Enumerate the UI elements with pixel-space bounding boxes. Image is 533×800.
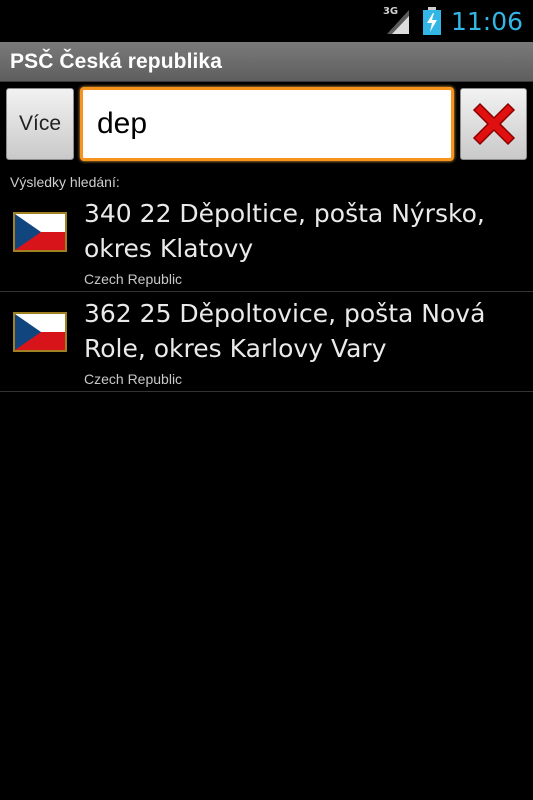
search-input[interactable]	[80, 87, 454, 161]
result-item[interactable]: 340 22 Děpoltice, pošta Nýrsko, okres Kl…	[0, 192, 533, 292]
result-list: 340 22 Děpoltice, pošta Nýrsko, okres Kl…	[0, 192, 533, 392]
result-name: 340 22 Děpoltice, pošta Nýrsko, okres Kl…	[84, 199, 485, 263]
red-x-icon	[472, 102, 515, 146]
more-button[interactable]: Více	[6, 88, 74, 160]
result-country: Czech Republic	[84, 271, 183, 287]
result-item[interactable]: 362 25 Děpoltovice, pošta Nová Role, okr…	[0, 292, 533, 392]
search-row: Více	[0, 84, 533, 164]
clock: 11:06	[450, 6, 523, 36]
app-title-bar: PSČ Česká republika	[0, 42, 533, 82]
status-bar: 3G 11:06	[0, 0, 533, 42]
results-label: Výsledky hledání:	[10, 174, 120, 190]
app-title: PSČ Česká republika	[10, 49, 222, 73]
battery-charging-icon	[422, 7, 441, 35]
result-name: 362 25 Děpoltovice, pošta Nová Role, okr…	[84, 299, 486, 363]
czech-flag-icon	[13, 212, 67, 252]
result-country: Czech Republic	[84, 371, 183, 387]
clear-button[interactable]	[460, 88, 527, 160]
signal-icon: 3G	[383, 6, 413, 36]
czech-flag-icon	[13, 312, 67, 352]
